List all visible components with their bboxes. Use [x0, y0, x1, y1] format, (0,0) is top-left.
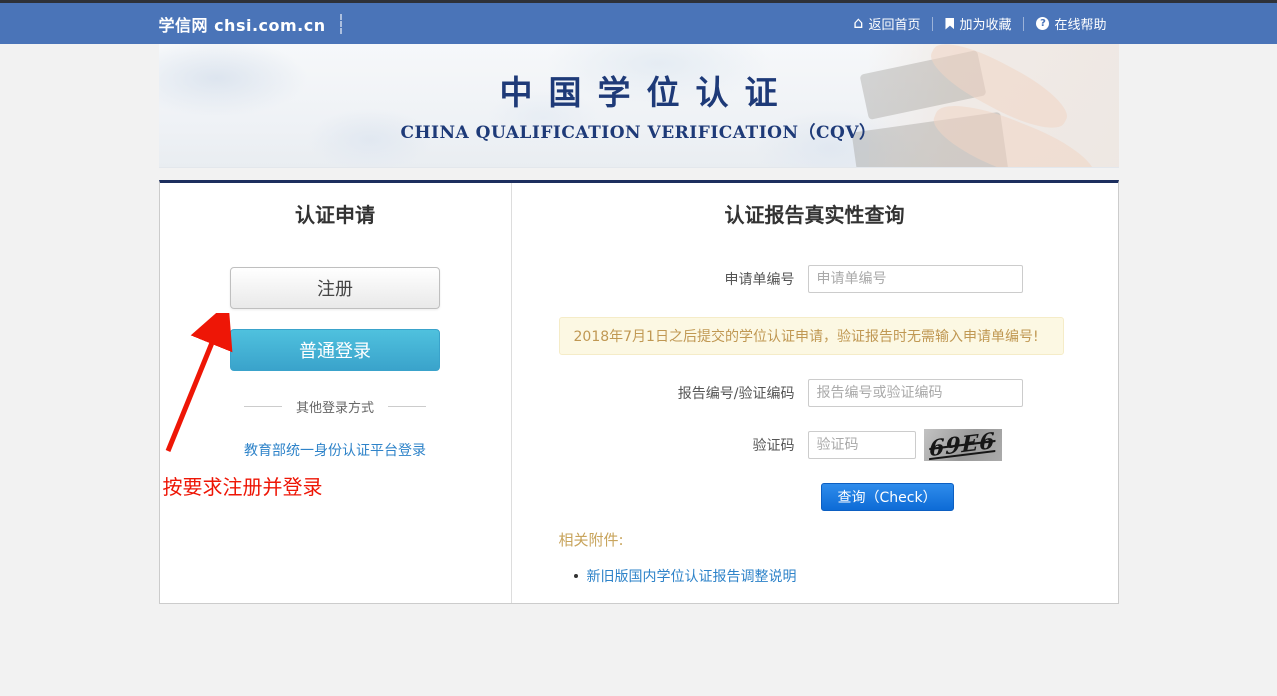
nav-link-help[interactable]: 在线帮助: [1024, 14, 1118, 33]
nav-link-label: 加为收藏: [959, 14, 1011, 33]
annotation-text: 按要求注册并登录: [163, 471, 323, 500]
home-icon: [853, 16, 863, 32]
attachment-link[interactable]: 新旧版国内学位认证报告调整说明: [587, 566, 797, 586]
top-navigation-bar: 学信网 chsi.com.cn 返回首页 加为收藏 在线帮助: [0, 3, 1277, 44]
report-number-input[interactable]: [808, 379, 1023, 407]
login-button[interactable]: 普通登录: [230, 329, 440, 371]
attachments-label: 相关附件:: [559, 529, 1118, 550]
nav-link-bookmark[interactable]: 加为收藏: [933, 14, 1023, 33]
help-icon: [1036, 17, 1049, 30]
apply-panel: 认证申请 注册 普通登录 其他登录方式 教育部统一身份认证平台登录 按要求注册并…: [160, 183, 512, 603]
apply-panel-title: 认证申请: [160, 203, 511, 227]
banner-title: 中国学位认证: [159, 66, 1119, 114]
application-number-label: 申请单编号: [512, 269, 808, 289]
divider-line: [388, 406, 426, 407]
moe-unified-login-link[interactable]: 教育部统一身份认证平台登录: [244, 440, 426, 460]
nav-link-home[interactable]: 返回首页: [841, 14, 932, 33]
other-login-label: 其他登录方式: [296, 397, 374, 416]
captcha-image[interactable]: 69E6: [924, 429, 1002, 461]
captcha-input[interactable]: [808, 431, 916, 459]
captcha-text: 69E6: [929, 429, 996, 461]
captcha-label: 验证码: [512, 435, 808, 455]
verify-panel-title: 认证报告真实性查询: [512, 203, 1118, 227]
logo-separator: [340, 14, 342, 34]
nav-link-label: 在线帮助: [1054, 14, 1106, 33]
banner-subtitle: CHINA QUALIFICATION VERIFICATION（CQV）: [159, 118, 1119, 143]
bookmark-icon: [945, 18, 954, 30]
application-number-input[interactable]: [808, 265, 1023, 293]
site-logo[interactable]: 学信网 chsi.com.cn: [159, 12, 326, 36]
bullet-icon: [574, 574, 578, 578]
report-number-label: 报告编号/验证编码: [512, 383, 808, 403]
nav-link-label: 返回首页: [868, 14, 920, 33]
divider-line: [244, 406, 282, 407]
verify-panel: 认证报告真实性查询 申请单编号 2018年7月1日之后提交的学位认证申请，验证报…: [512, 183, 1118, 603]
page-banner: 中国学位认证 CHINA QUALIFICATION VERIFICATION（…: [159, 44, 1119, 168]
main-content-box: 认证申请 注册 普通登录 其他登录方式 教育部统一身份认证平台登录 按要求注册并…: [159, 180, 1119, 604]
check-button[interactable]: 查询（Check）: [821, 483, 954, 511]
register-button[interactable]: 注册: [230, 267, 440, 309]
notice-message: 2018年7月1日之后提交的学位认证申请，验证报告时无需输入申请单编号!: [559, 317, 1064, 355]
